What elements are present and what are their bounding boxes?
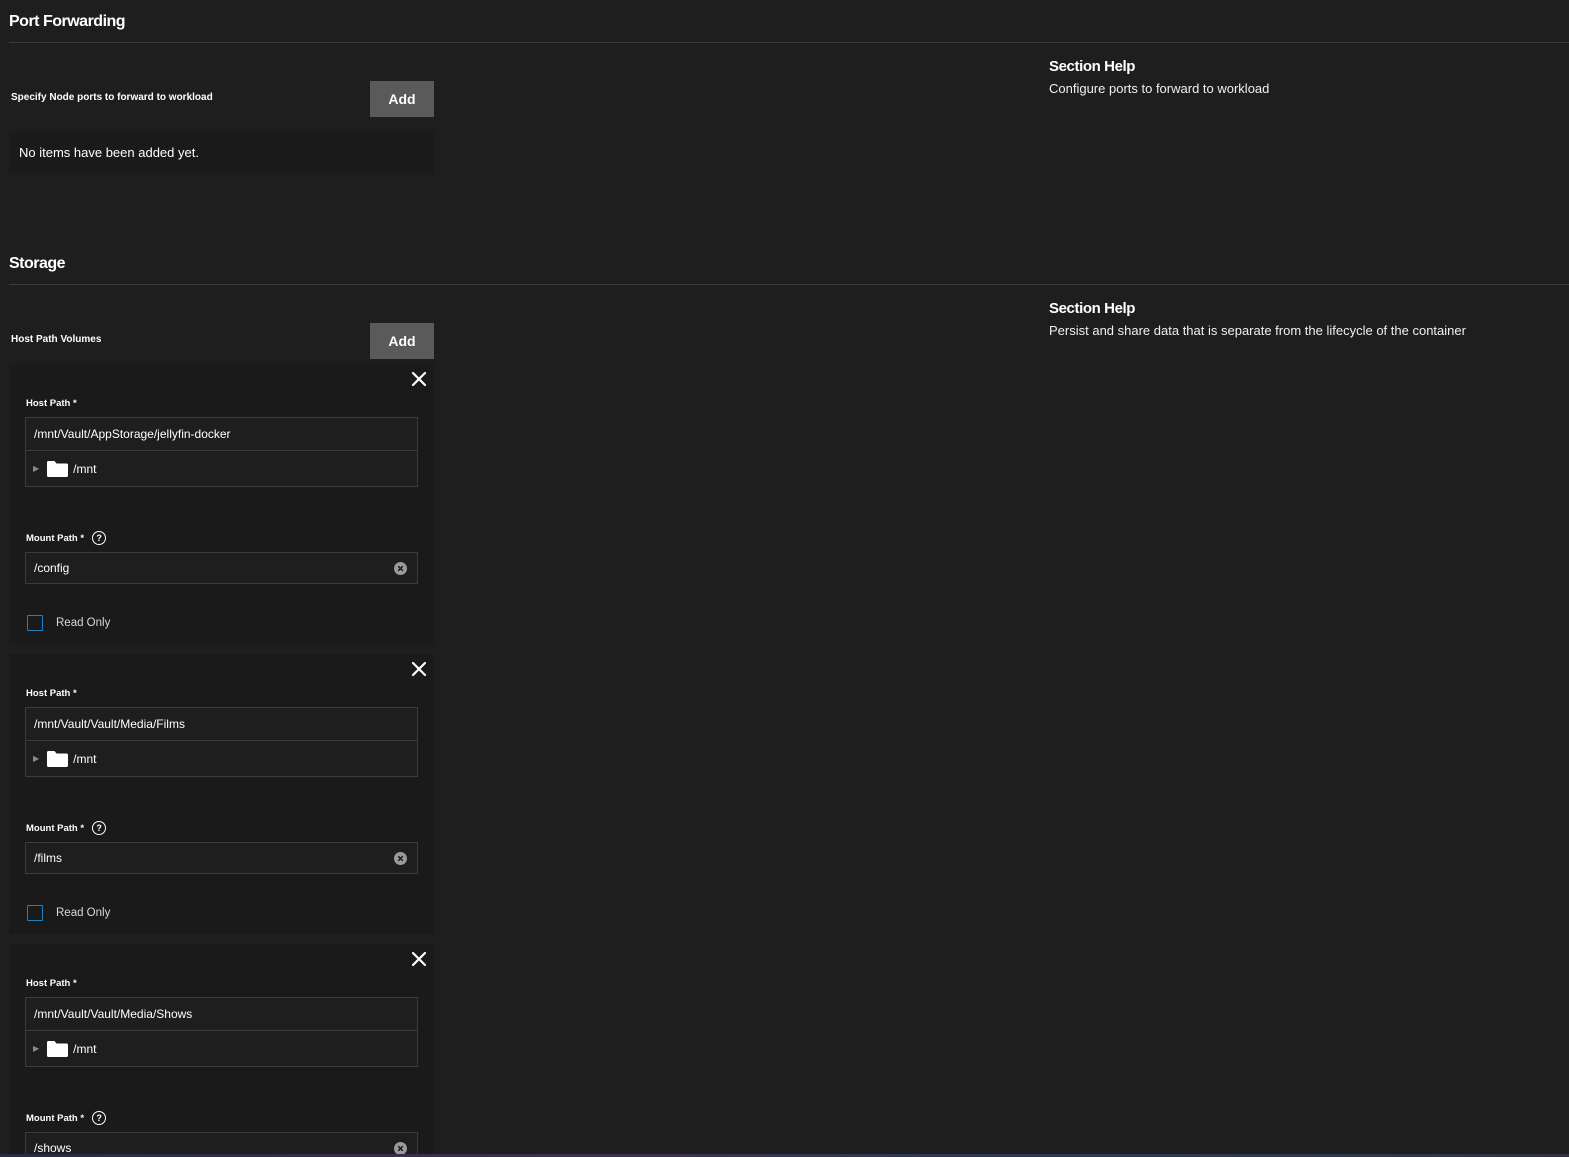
folder-icon <box>47 460 69 477</box>
host-path-volumes-label: Host Path Volumes <box>11 334 102 345</box>
clear-icon[interactable] <box>394 561 407 575</box>
tree-node-mnt[interactable]: ▶ /mnt <box>26 741 417 776</box>
mount-path-field <box>25 552 418 584</box>
mount-path-label: Mount Path * ? <box>26 1111 107 1125</box>
mount-path-label: Mount Path * ? <box>26 821 107 835</box>
help-icon[interactable]: ? <box>92 531 107 545</box>
add-port-button[interactable]: Add <box>370 81 434 117</box>
host-path-volume-card: Host Path * ▶ /mnt Mount Path * ? <box>9 654 434 934</box>
mount-path-label: Mount Path * ? <box>26 531 107 545</box>
host-path-field: ▶ /mnt <box>25 417 418 487</box>
tree-expand-icon[interactable]: ▶ <box>33 754 39 763</box>
mount-path-label-text: Mount Path * <box>26 822 85 834</box>
port-forwarding-title: Port Forwarding <box>9 13 126 30</box>
tree-node-label: /mnt <box>73 751 97 766</box>
read-only-row: Read Only <box>27 615 110 631</box>
host-path-input[interactable] <box>26 708 417 741</box>
mount-path-field <box>25 842 418 874</box>
mount-path-label-text: Mount Path * <box>26 532 85 544</box>
mount-path-input[interactable] <box>26 553 394 583</box>
tree-expand-icon[interactable]: ▶ <box>33 464 39 473</box>
page: Port Forwarding Specify Node ports to fo… <box>0 0 1569 1157</box>
host-path-field: ▶ /mnt <box>25 707 418 777</box>
close-icon[interactable] <box>410 370 428 388</box>
folder-icon <box>47 750 69 767</box>
help-icon[interactable]: ? <box>92 821 107 835</box>
port-forwarding-help-title: Section Help <box>1049 58 1136 75</box>
storage-title: Storage <box>9 255 66 272</box>
storage-divider <box>9 284 1569 285</box>
host-path-label-text: Host Path * <box>26 978 77 989</box>
clear-icon[interactable] <box>394 851 407 865</box>
host-path-input[interactable] <box>26 998 417 1031</box>
mount-path-label-text: Mount Path * <box>26 1112 85 1124</box>
host-path-field: ▶ /mnt <box>25 997 418 1067</box>
tree-expand-icon[interactable]: ▶ <box>33 1044 39 1053</box>
host-path-label: Host Path * <box>26 398 77 409</box>
host-path-label-text: Host Path * <box>26 688 77 699</box>
read-only-checkbox[interactable] <box>27 905 43 921</box>
host-path-label: Host Path * <box>26 688 77 699</box>
close-icon[interactable] <box>410 950 428 968</box>
port-forwarding-list-label: Specify Node ports to forward to workloa… <box>11 92 213 103</box>
port-forwarding-help: Section Help Configure ports to forward … <box>1049 58 1269 96</box>
tree-node-label: /mnt <box>73 461 97 476</box>
storage-help-title: Section Help <box>1049 300 1136 317</box>
host-path-volume-card: Host Path * ▶ /mnt Mount Path * ? <box>9 364 434 644</box>
port-forwarding-help-text: Configure ports to forward to workload <box>1049 81 1270 96</box>
host-path-volume-card: Host Path * ▶ /mnt Mount Path * ? <box>9 944 434 1157</box>
tree-node-label: /mnt <box>73 1041 97 1056</box>
read-only-label: Read Only <box>56 907 111 919</box>
host-path-label-text: Host Path * <box>26 398 77 409</box>
read-only-label: Read Only <box>56 617 111 629</box>
port-forwarding-empty-state: No items have been added yet. <box>9 132 434 173</box>
read-only-checkbox[interactable] <box>27 615 43 631</box>
port-forwarding-divider <box>9 42 1569 43</box>
help-icon[interactable]: ? <box>92 1111 107 1125</box>
storage-help: Section Help Persist and share data that… <box>1049 300 1466 338</box>
storage-help-text: Persist and share data that is separate … <box>1049 323 1466 338</box>
mount-path-input[interactable] <box>26 843 394 873</box>
tree-node-mnt[interactable]: ▶ /mnt <box>26 451 417 486</box>
read-only-row: Read Only <box>27 905 110 921</box>
host-path-input[interactable] <box>26 418 417 451</box>
close-icon[interactable] <box>410 660 428 678</box>
host-path-label: Host Path * <box>26 978 77 989</box>
tree-node-mnt[interactable]: ▶ /mnt <box>26 1031 417 1066</box>
clear-icon[interactable] <box>394 1141 407 1155</box>
folder-icon <box>47 1040 69 1057</box>
add-host-path-volume-button[interactable]: Add <box>370 323 434 359</box>
